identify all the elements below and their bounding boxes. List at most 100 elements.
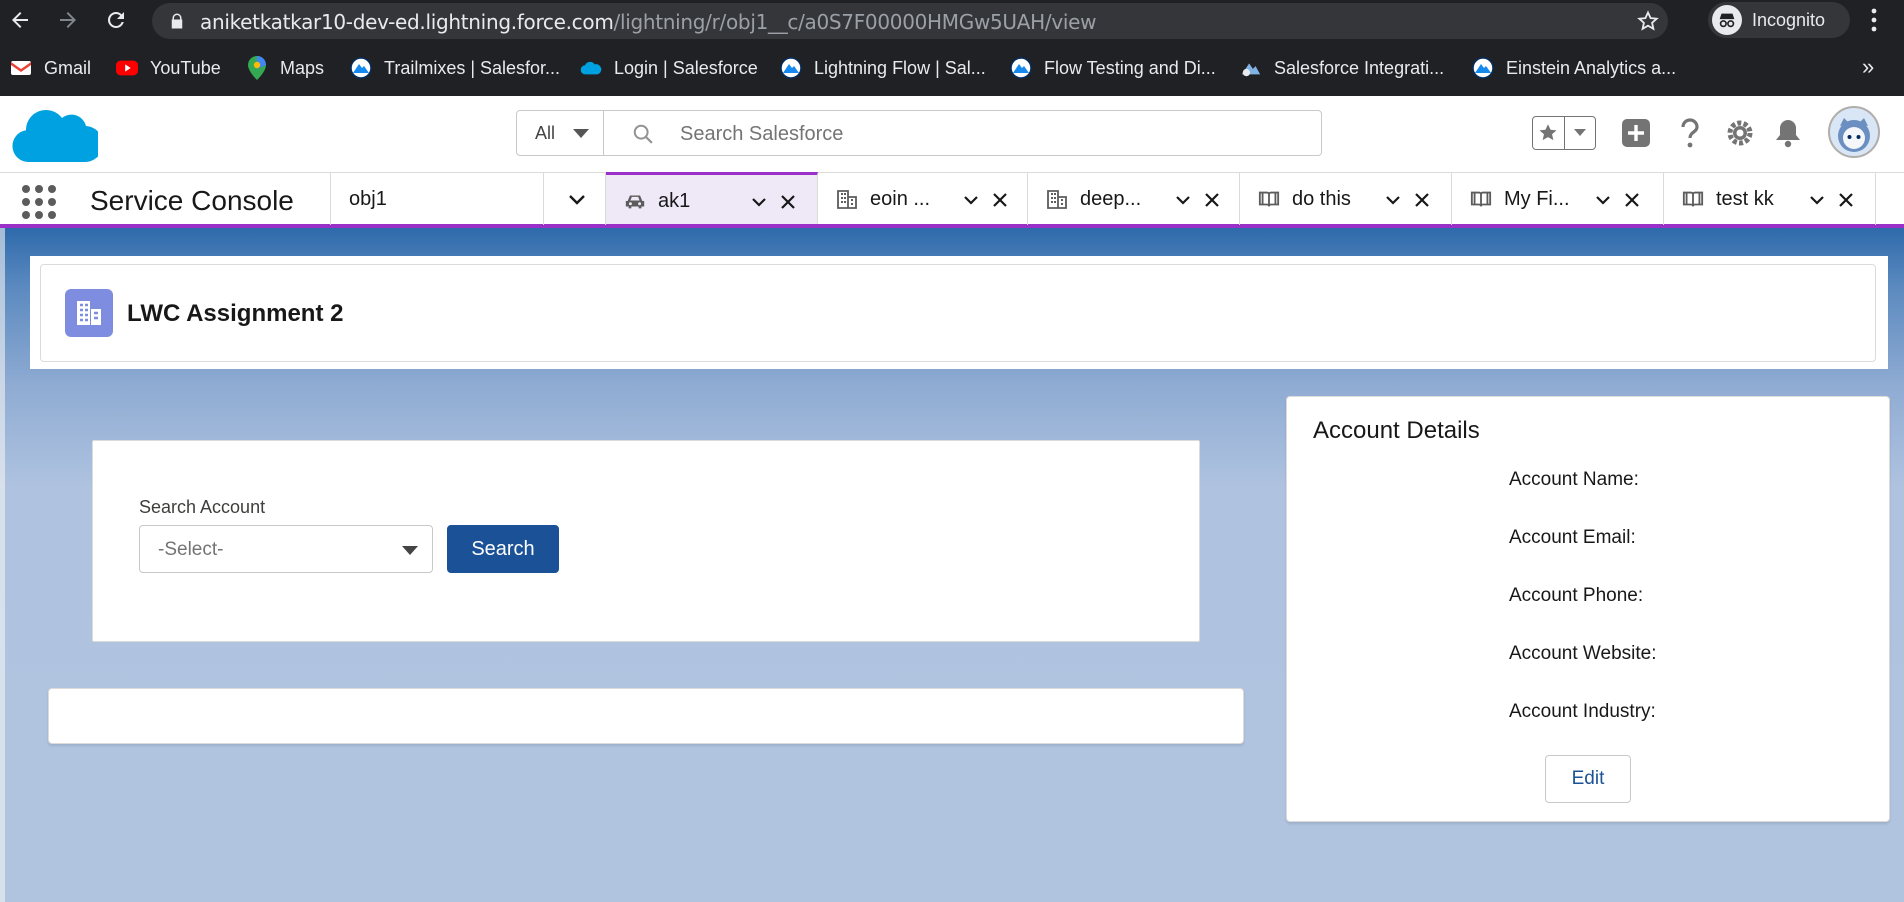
arrow-left-icon: [12, 12, 28, 28]
app-name: Service Console: [90, 185, 294, 216]
star-icon: [1533, 117, 1564, 149]
page-title: LWC Assignment 2: [127, 300, 344, 327]
lock-icon: [171, 13, 183, 29]
salesforce-blog-icon: [1240, 57, 1262, 79]
tab-deep[interactable]: deep...: [1028, 173, 1240, 225]
bookmark-lightning-flow[interactable]: Lightning Flow | Sal...: [780, 56, 986, 80]
add-icon: [1622, 119, 1650, 147]
chevron-down-icon[interactable]: [1384, 191, 1402, 209]
caret-down-icon: [402, 546, 418, 555]
account-select-value: -Select-: [158, 539, 224, 560]
chevron-down-icon[interactable]: [567, 189, 587, 209]
building-icon: [65, 289, 113, 337]
chevron-down-icon[interactable]: [962, 191, 980, 209]
incognito-label: Incognito: [1752, 9, 1826, 30]
bookmark-gmail[interactable]: Gmail: [10, 56, 91, 80]
salesforce-cloud-icon: [580, 57, 602, 79]
bookmarks-bar: Gmail YouTube Maps Trailmixes | Salesfor…: [0, 50, 1904, 86]
book-icon: [1682, 191, 1704, 207]
address-bar[interactable]: aniketkatkar10-dev-ed.lightning.force.co…: [152, 3, 1668, 39]
results-card: [48, 688, 1244, 744]
tab-label: do this: [1292, 188, 1351, 210]
forward-button[interactable]: [50, 2, 86, 38]
reload-icon: [108, 12, 124, 28]
global-search[interactable]: [604, 110, 1322, 156]
search-scope-label: All: [535, 122, 556, 143]
search-scope-select[interactable]: All: [516, 110, 604, 156]
bookmark-login-salesforce[interactable]: Login | Salesforce: [580, 56, 758, 80]
bookmark-trailmixes[interactable]: Trailmixes | Salesfor...: [350, 56, 560, 80]
car-icon: [625, 195, 645, 209]
incognito-indicator[interactable]: Incognito: [1708, 2, 1850, 38]
bookmark-star-icon[interactable]: [1636, 9, 1660, 33]
maps-icon: [246, 56, 268, 80]
bell-icon: [1776, 120, 1800, 148]
browser-menu-icon[interactable]: [1862, 6, 1886, 34]
chevron-down-icon: [1563, 117, 1595, 149]
astro-avatar-icon: [1838, 118, 1870, 152]
close-icon[interactable]: [1204, 192, 1220, 208]
bookmark-maps[interactable]: Maps: [246, 56, 324, 80]
global-search-input[interactable]: [680, 121, 1280, 147]
notifications-button[interactable]: [1772, 114, 1804, 152]
chevron-down-icon[interactable]: [1594, 191, 1612, 209]
navigation-menu-label: obj1: [349, 188, 387, 210]
youtube-icon: [116, 57, 138, 79]
user-avatar[interactable]: [1828, 106, 1880, 158]
account-details-title: Account Details: [1313, 417, 1480, 444]
bookmark-einstein-analytics[interactable]: Einstein Analytics a...: [1472, 56, 1676, 80]
tab-ak1[interactable]: ak1: [606, 172, 818, 224]
tab-my-fi[interactable]: My Fi...: [1452, 173, 1664, 225]
building-icon: [837, 190, 857, 209]
setup-button[interactable]: [1724, 114, 1756, 152]
account-email-label: Account Email:: [1509, 527, 1636, 548]
global-actions-button[interactable]: [1620, 114, 1652, 152]
book-icon: [1258, 191, 1280, 207]
close-icon[interactable]: [1838, 192, 1854, 208]
tab-do-this[interactable]: do this: [1240, 173, 1452, 225]
tab-label: My Fi...: [1504, 188, 1570, 210]
chevron-down-icon[interactable]: [750, 193, 768, 211]
close-icon[interactable]: [780, 194, 796, 210]
search-account-label: Search Account: [139, 497, 266, 517]
search-icon: [633, 124, 653, 144]
chevron-down-icon[interactable]: [1174, 191, 1192, 209]
account-details-card: Account Details Account Name: Account Em…: [1286, 396, 1890, 822]
help-button[interactable]: [1676, 114, 1704, 152]
bookmark-youtube[interactable]: YouTube: [116, 56, 221, 80]
gmail-icon: [10, 57, 32, 79]
back-button[interactable]: [2, 2, 38, 38]
tab-label: test kk: [1716, 188, 1774, 210]
trailhead-icon: [1472, 57, 1494, 79]
account-phone-label: Account Phone:: [1509, 585, 1644, 606]
caret-down-icon: [573, 129, 589, 138]
bookmarks-overflow-button[interactable]: »: [1862, 54, 1874, 80]
browser-toolbar: aniketkatkar10-dev-ed.lightning.force.co…: [0, 0, 1904, 96]
bookmark-salesforce-integration[interactable]: Salesforce Integrati...: [1240, 56, 1444, 80]
chevron-down-icon[interactable]: [1808, 191, 1826, 209]
account-website-label: Account Website:: [1509, 643, 1657, 664]
bookmark-flow-testing[interactable]: Flow Testing and Di...: [1010, 56, 1216, 80]
trailhead-icon: [350, 57, 372, 79]
close-icon[interactable]: [1624, 192, 1640, 208]
tab-eoin[interactable]: eoin ...: [818, 173, 1028, 225]
record-page-header: LWC Assignment 2: [30, 256, 1888, 369]
salesforce-logo-icon[interactable]: [10, 104, 98, 166]
favorites-button[interactable]: [1532, 116, 1596, 150]
tab-test-kk[interactable]: test kk: [1664, 173, 1876, 225]
search-button[interactable]: Search: [447, 525, 559, 573]
reload-button[interactable]: [98, 2, 134, 38]
account-select[interactable]: -Select-: [139, 525, 433, 573]
close-icon[interactable]: [1414, 192, 1430, 208]
close-icon[interactable]: [992, 192, 1008, 208]
app-launcher-icon[interactable]: [22, 185, 56, 219]
trailhead-icon: [780, 57, 802, 79]
incognito-icon: [1712, 5, 1742, 35]
book-icon: [1470, 191, 1492, 207]
tab-label: eoin ...: [870, 188, 931, 210]
navigation-menu[interactable]: obj1: [330, 173, 606, 225]
console-navigation-bar: Service Console obj1 ak1 eoin ... deep..…: [0, 172, 1904, 228]
tab-label: deep...: [1080, 188, 1142, 210]
question-icon: [1681, 118, 1699, 148]
edit-button[interactable]: Edit: [1545, 755, 1631, 803]
